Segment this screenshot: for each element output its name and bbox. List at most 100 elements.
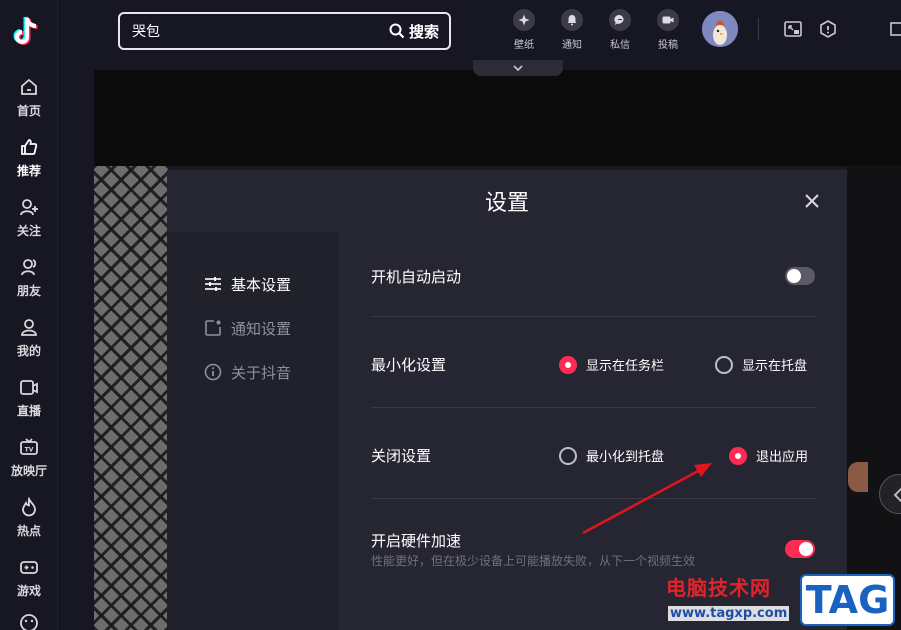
notification-button[interactable]: 通知 bbox=[552, 9, 592, 51]
autostart-toggle[interactable] bbox=[785, 267, 815, 285]
sidebar-item-label: 放映厅 bbox=[10, 464, 47, 478]
settings-header: 设置 bbox=[167, 170, 847, 232]
bell-icon bbox=[561, 9, 583, 31]
settings-menu-about[interactable]: 关于抖音 bbox=[203, 360, 291, 384]
mini-window-icon[interactable] bbox=[783, 19, 803, 39]
watermark-logo: TAG bbox=[800, 574, 895, 626]
emoji-icon[interactable] bbox=[18, 612, 40, 630]
svg-text:TV: TV bbox=[25, 447, 34, 454]
radio-checked-icon bbox=[559, 355, 577, 374]
gamepad-icon bbox=[18, 556, 40, 578]
sidebar-item-label: 热点 bbox=[16, 524, 41, 538]
sidebar-item-follow[interactable]: 关注 bbox=[0, 196, 58, 250]
video-right-edge bbox=[847, 166, 901, 630]
close-label: 关闭设置 bbox=[371, 447, 432, 465]
divider bbox=[371, 407, 815, 408]
sidebar-item-theater[interactable]: TV 放映厅 bbox=[0, 436, 58, 490]
watermark-tag-text: TAG bbox=[805, 578, 890, 622]
chevron-down-icon bbox=[512, 64, 524, 72]
radio-unchecked-icon bbox=[715, 355, 733, 374]
radio-label: 显示在托盘 bbox=[742, 359, 808, 374]
search-box: 搜索 bbox=[118, 12, 451, 50]
upload-video-icon bbox=[657, 9, 679, 31]
close-icon[interactable] bbox=[801, 190, 823, 212]
wallpaper-icon bbox=[513, 9, 535, 31]
notification-label: 通知 bbox=[562, 40, 582, 51]
tv-icon: TV bbox=[18, 436, 40, 458]
topbar-divider bbox=[758, 18, 759, 40]
watermark-url: www.tagxp.com bbox=[668, 606, 790, 621]
home-icon bbox=[18, 76, 40, 98]
info-icon bbox=[203, 362, 223, 382]
video-background-image bbox=[94, 166, 168, 630]
sidebar-item-live[interactable]: 直播 bbox=[0, 376, 58, 430]
settings-menu-basic[interactable]: 基本设置 bbox=[203, 272, 291, 296]
next-video-arrow-icon[interactable] bbox=[879, 474, 901, 514]
settings-menu: 基本设置 通知设置 关于抖音 bbox=[167, 232, 339, 630]
settings-dialog: 设置 基本设置 通知设置 关于抖音 开机自动启动 最小化设置 显示在任务栏 显示… bbox=[167, 170, 847, 630]
upload-button[interactable]: 投稿 bbox=[648, 9, 688, 51]
minimize-option-tray[interactable]: 显示在托盘 bbox=[715, 355, 807, 374]
douyin-app: 首页 推荐 关注 朋友 我的 直播 TV 放映厅 热点 游戏 哭包 搜索 壁纸 … bbox=[0, 0, 901, 630]
search-button[interactable]: 搜索 bbox=[389, 21, 449, 42]
radio-checked-icon bbox=[729, 446, 747, 465]
messages-label: 私信 bbox=[610, 40, 630, 51]
hardware-toggle[interactable] bbox=[785, 540, 815, 558]
minimize-row: 最小化设置 显示在任务栏 显示在托盘 bbox=[371, 354, 815, 378]
sidebar-item-label: 直播 bbox=[16, 404, 41, 418]
top-bar: 搜索 壁纸 通知 私信 投稿 bbox=[58, 0, 901, 62]
message-icon bbox=[609, 9, 631, 31]
sidebar-item-recommend[interactable]: 推荐 bbox=[0, 136, 58, 190]
collapse-topbar-button[interactable] bbox=[473, 60, 563, 76]
sidebar-item-label: 游戏 bbox=[16, 584, 41, 598]
douyin-logo-icon[interactable] bbox=[12, 14, 46, 50]
watermark: 电脑技术网 www.tagxp.com TAG bbox=[660, 568, 901, 630]
sidebar-item-label: 朋友 bbox=[16, 284, 41, 298]
settings-menu-label: 通知设置 bbox=[231, 319, 292, 338]
settings-menu-label: 关于抖音 bbox=[231, 363, 292, 382]
close-option-tray[interactable]: 最小化到托盘 bbox=[559, 446, 664, 465]
sidebar-item-mine[interactable]: 我的 bbox=[0, 316, 58, 370]
sidebar-item-hot[interactable]: 热点 bbox=[0, 496, 58, 550]
search-icon bbox=[389, 23, 405, 39]
search-button-label: 搜索 bbox=[408, 22, 439, 41]
messages-button[interactable]: 私信 bbox=[600, 9, 640, 51]
hardware-description: 性能更好，但在极少设备上可能播放失败，从下一个视频生效 bbox=[371, 554, 696, 568]
divider bbox=[371, 498, 815, 499]
avatar[interactable] bbox=[702, 11, 738, 47]
watermark-site-name: 电脑技术网 bbox=[666, 576, 771, 600]
autostart-label: 开机自动启动 bbox=[371, 268, 462, 286]
radio-label: 最小化到托盘 bbox=[586, 450, 665, 465]
autostart-row: 开机自动启动 bbox=[371, 266, 815, 290]
upload-label: 投稿 bbox=[658, 40, 678, 51]
sidebar-item-label: 关注 bbox=[16, 224, 41, 238]
user-plus-icon bbox=[18, 196, 40, 218]
close-option-exit[interactable]: 退出应用 bbox=[729, 446, 808, 465]
maximize-icon[interactable] bbox=[888, 19, 901, 39]
minimize-label: 最小化设置 bbox=[371, 356, 447, 374]
shield-icon[interactable] bbox=[818, 19, 838, 39]
search-input[interactable] bbox=[120, 14, 389, 48]
sidebar-item-games[interactable]: 游戏 bbox=[0, 556, 58, 610]
sidebar-item-label: 我的 bbox=[16, 344, 41, 358]
live-camera-icon bbox=[18, 376, 40, 398]
settings-menu-notification[interactable]: 通知设置 bbox=[203, 316, 291, 340]
sidebar-item-home[interactable]: 首页 bbox=[0, 76, 58, 130]
left-sidebar: 首页 推荐 关注 朋友 我的 直播 TV 放映厅 热点 游戏 bbox=[0, 0, 58, 630]
sidebar-item-friends[interactable]: 朋友 bbox=[0, 256, 58, 310]
hardware-label: 开启硬件加速 bbox=[371, 532, 462, 550]
sidebar-item-label: 首页 bbox=[16, 104, 41, 118]
settings-title: 设置 bbox=[484, 191, 529, 216]
wallpaper-label: 壁纸 bbox=[514, 40, 534, 51]
creator-avatar[interactable] bbox=[848, 462, 868, 492]
friends-icon bbox=[18, 256, 40, 278]
wallpaper-button[interactable]: 壁纸 bbox=[504, 9, 544, 51]
flame-icon bbox=[18, 496, 40, 518]
radio-label: 退出应用 bbox=[756, 450, 809, 465]
thumbs-up-icon bbox=[18, 136, 40, 158]
minimize-option-taskbar[interactable]: 显示在任务栏 bbox=[559, 355, 664, 374]
user-icon bbox=[18, 316, 40, 338]
close-row: 关闭设置 最小化到托盘 退出应用 bbox=[371, 445, 815, 469]
radio-label: 显示在任务栏 bbox=[586, 359, 665, 374]
sidebar-item-label: 推荐 bbox=[16, 164, 41, 178]
